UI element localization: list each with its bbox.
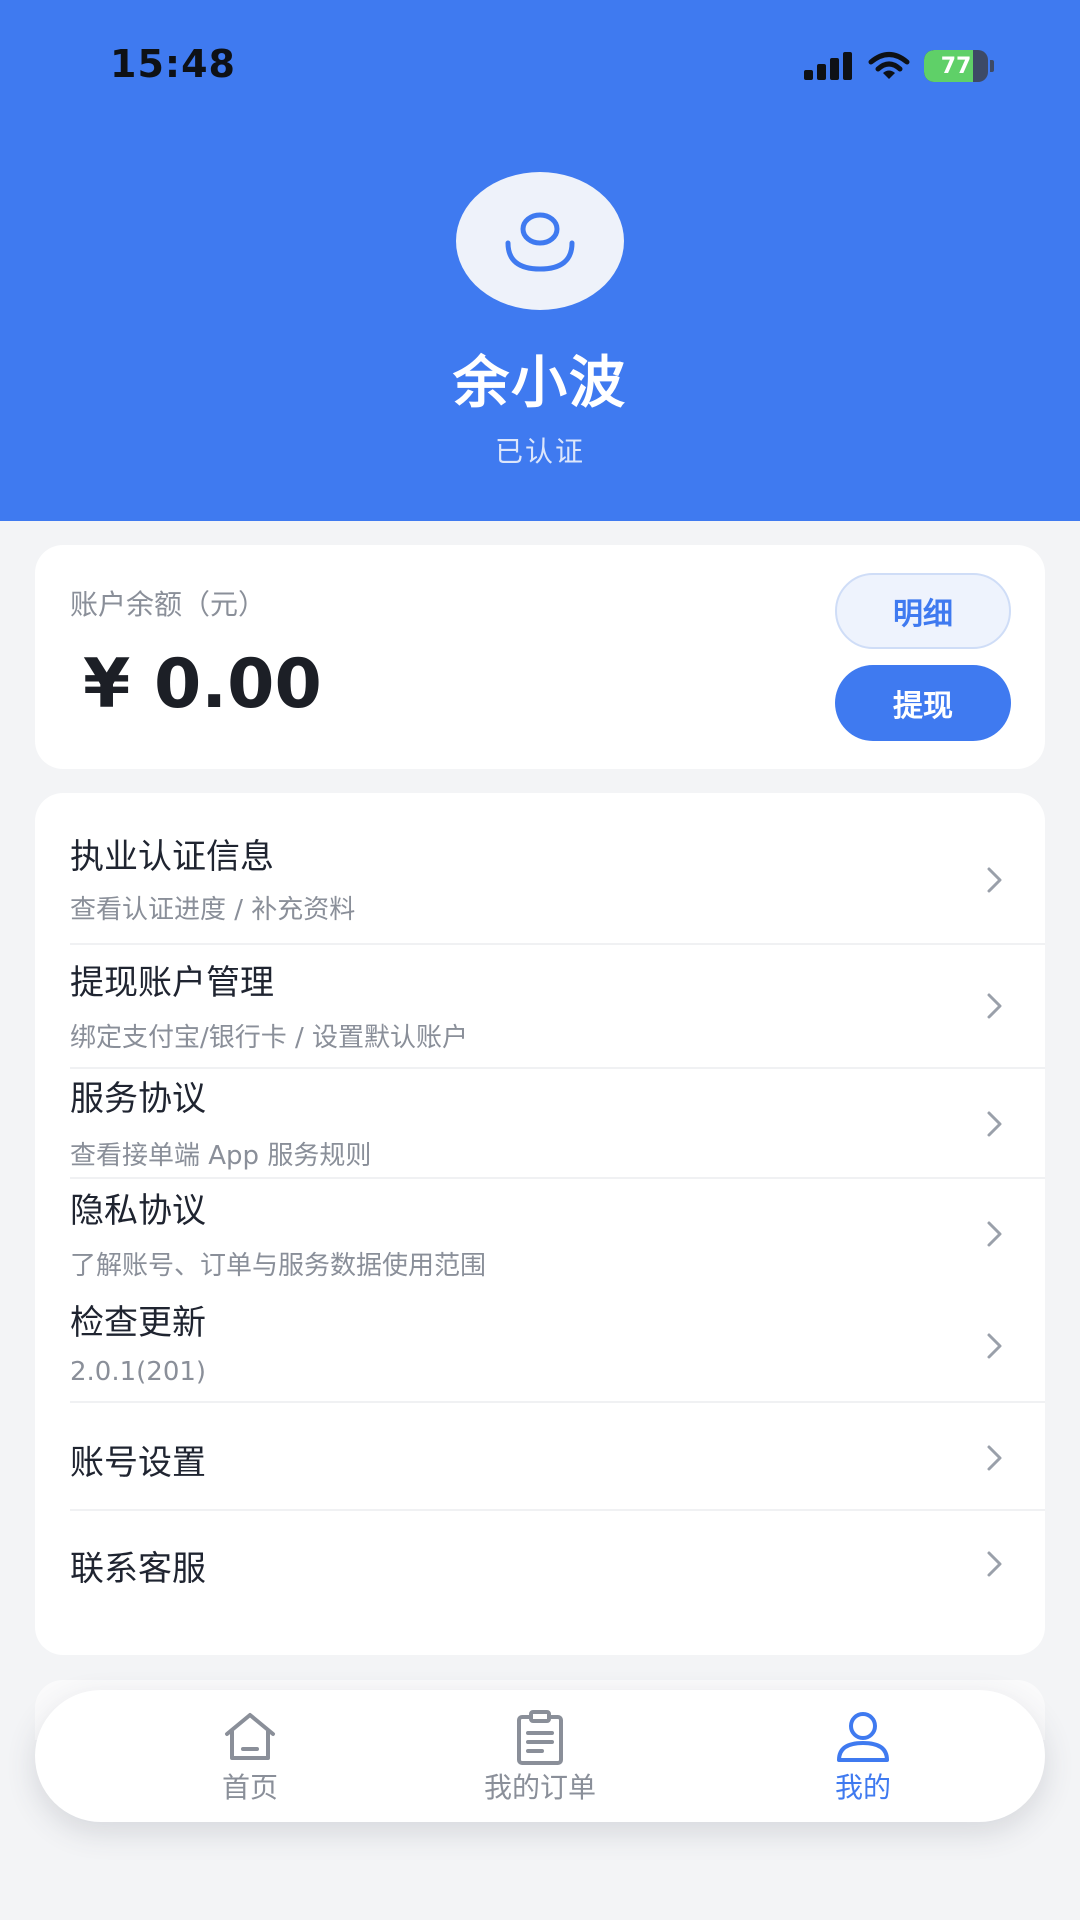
menu-item-subtitle: 查看认证进度 / 补充资料 <box>70 895 356 925</box>
balance-card: 账户余额（元） ¥ 0.00 明细 提现 <box>35 545 1045 769</box>
balance-amount: ¥ 0.00 <box>83 645 322 724</box>
chevron-right-icon <box>987 993 1002 1019</box>
tab-my-orders[interactable]: 我的订单 <box>430 1690 650 1822</box>
home-icon <box>225 1713 275 1760</box>
menu-item-subtitle: 了解账号、订单与服务数据使用范围 <box>70 1251 487 1281</box>
menu-item-subtitle: 绑定支付宝/银行卡 / 设置默认账户 <box>70 1023 469 1053</box>
chevron-right-icon <box>987 867 1002 893</box>
menu-item-contact-support[interactable]: 联系客服 <box>70 1511 1045 1621</box>
cellular-signal-icon <box>804 52 852 80</box>
menu-item-title: 执业认证信息 <box>70 837 274 877</box>
version-text: 2.0.1(201) <box>70 1357 207 1387</box>
tab-label: 我的订单 <box>483 1771 596 1804</box>
battery-percent: 77 <box>940 53 972 79</box>
tab-label: 我的 <box>834 1771 891 1804</box>
user-avatar-icon <box>505 212 575 272</box>
chevron-right-icon <box>987 1333 1002 1359</box>
tab-mine[interactable]: 我的 <box>753 1690 973 1822</box>
chevron-right-icon <box>987 1445 1002 1471</box>
menu-item-check-update[interactable]: 检查更新 2.0.1(201) <box>70 1285 1045 1403</box>
clipboard-icon <box>517 1710 563 1765</box>
withdraw-button[interactable]: 提现 <box>835 665 1011 741</box>
tab-home[interactable]: 首页 <box>140 1690 360 1822</box>
chevron-right-icon <box>987 1111 1002 1137</box>
menu-item-title: 提现账户管理 <box>70 963 274 1003</box>
menu-item-privacy-agreement[interactable]: 隐私协议 了解账号、订单与服务数据使用范围 <box>70 1179 1045 1285</box>
user-name: 余小波 <box>453 351 627 416</box>
menu-item-service-agreement[interactable]: 服务协议 查看接单端 App 服务规则 <box>70 1069 1045 1179</box>
avatar[interactable] <box>456 172 624 310</box>
status-icons: 77 <box>804 48 994 84</box>
bottom-tab-bar: 首页 我的订单 我的 <box>35 1690 1045 1822</box>
menu-item-title: 检查更新 <box>70 1303 206 1343</box>
tab-label: 首页 <box>221 1771 278 1804</box>
menu-item-subtitle: 查看接单端 App 服务规则 <box>70 1141 372 1171</box>
menu-item-title: 联系客服 <box>70 1549 206 1589</box>
battery-icon: 77 <box>924 50 988 82</box>
menu-card: 执业认证信息 查看认证进度 / 补充资料 提现账户管理 绑定支付宝/银行卡 / … <box>35 793 1045 1655</box>
balance-label: 账户余额（元） <box>70 588 267 621</box>
menu-item-account-settings[interactable]: 账号设置 <box>70 1403 1045 1511</box>
status-time: 15:48 <box>110 42 236 86</box>
chevron-right-icon <box>987 1221 1002 1247</box>
status-bar: 15:48 77 <box>0 0 1080 130</box>
profile-header: 15:48 77 余小波 已认证 <box>0 0 1080 521</box>
menu-item-certification[interactable]: 执业认证信息 查看认证进度 / 补充资料 <box>70 823 1045 945</box>
battery-cap <box>990 60 994 72</box>
menu-item-withdraw-accounts[interactable]: 提现账户管理 绑定支付宝/银行卡 / 设置默认账户 <box>70 945 1045 1069</box>
detail-button[interactable]: 明细 <box>835 573 1011 649</box>
chevron-right-icon <box>987 1551 1002 1577</box>
menu-item-title: 账号设置 <box>70 1443 206 1483</box>
wifi-icon <box>868 52 910 79</box>
menu-item-title: 隐私协议 <box>70 1191 206 1231</box>
verification-status: 已认证 <box>494 435 585 468</box>
person-icon <box>837 1712 889 1762</box>
menu-item-title: 服务协议 <box>70 1079 206 1119</box>
